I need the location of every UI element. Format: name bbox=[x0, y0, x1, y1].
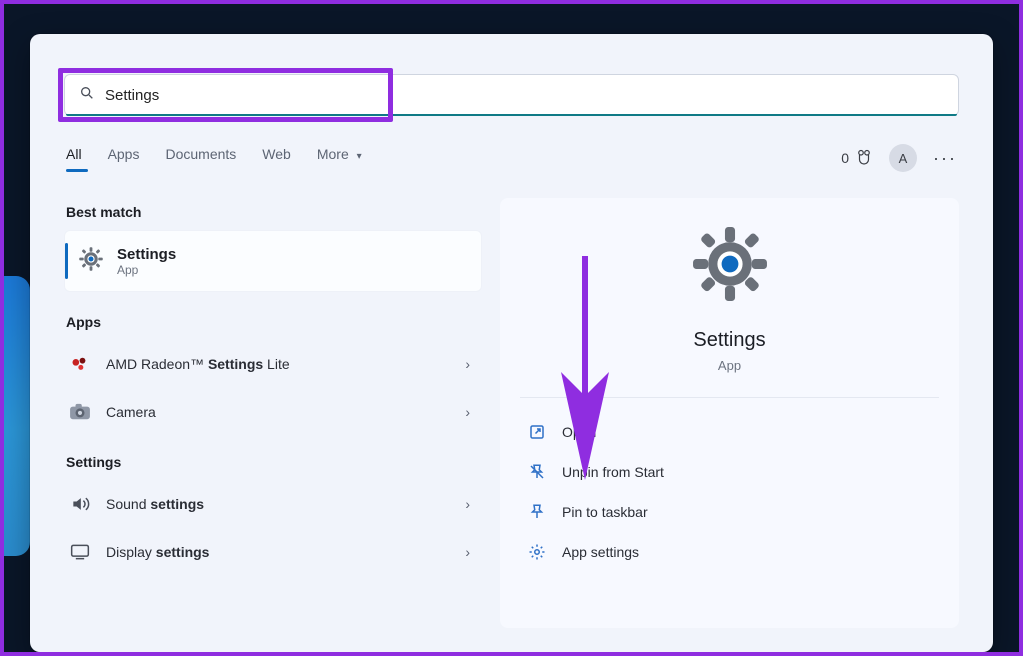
gear-icon-large bbox=[688, 222, 772, 311]
tab-more-label: More bbox=[317, 146, 349, 162]
rewards-count: 0 bbox=[841, 150, 849, 166]
gear-icon bbox=[77, 245, 105, 278]
chevron-right-icon: › bbox=[465, 544, 470, 560]
settings-header: Settings bbox=[66, 454, 482, 470]
detail-title: Settings bbox=[693, 329, 765, 352]
apps-header: Apps bbox=[66, 314, 482, 330]
settings-small-icon bbox=[526, 543, 548, 561]
more-menu-icon[interactable]: ··· bbox=[933, 148, 957, 169]
display-icon bbox=[68, 543, 92, 561]
top-actions: 0 A ··· bbox=[841, 144, 957, 172]
chevron-down-icon: ▾ bbox=[357, 151, 362, 162]
action-label: Open bbox=[562, 424, 596, 440]
rewards-badge[interactable]: 0 bbox=[841, 149, 873, 167]
open-icon bbox=[526, 423, 548, 441]
best-match-name: Settings bbox=[117, 246, 176, 263]
setting-item-label: Sound settings bbox=[106, 496, 451, 512]
chevron-right-icon: › bbox=[465, 496, 470, 512]
search-input[interactable] bbox=[105, 87, 944, 104]
setting-item-sound[interactable]: Sound settings › bbox=[64, 480, 482, 528]
tab-all[interactable]: All bbox=[66, 146, 82, 170]
action-app-settings[interactable]: App settings bbox=[520, 532, 939, 572]
desktop-peek-left bbox=[4, 276, 30, 556]
best-match-tile[interactable]: Settings App bbox=[64, 230, 482, 292]
detail-subtitle: App bbox=[718, 358, 741, 373]
camera-icon bbox=[68, 403, 92, 421]
tab-apps[interactable]: Apps bbox=[108, 146, 140, 170]
unpin-icon bbox=[526, 463, 548, 481]
amd-icon bbox=[68, 354, 92, 374]
detail-panel: Settings App Open bbox=[500, 198, 959, 628]
app-item-label: Camera bbox=[106, 404, 451, 420]
pin-icon bbox=[526, 503, 548, 521]
tab-web[interactable]: Web bbox=[262, 146, 291, 170]
best-match-header: Best match bbox=[66, 204, 482, 220]
tab-documents[interactable]: Documents bbox=[165, 146, 236, 170]
best-match-sub: App bbox=[117, 263, 176, 277]
action-open[interactable]: Open bbox=[520, 412, 939, 452]
setting-item-display[interactable]: Display settings › bbox=[64, 528, 482, 576]
results-columns: Best match bbox=[64, 198, 959, 628]
filter-row: All Apps Documents Web More ▾ 0 A ··· bbox=[64, 144, 959, 172]
app-item-amd-settings[interactable]: AMD Radeon™ Settings Lite › bbox=[64, 340, 482, 388]
detail-header: Settings App bbox=[520, 222, 939, 373]
app-item-label: AMD Radeon™ Settings Lite bbox=[106, 356, 451, 372]
action-pin-taskbar[interactable]: Pin to taskbar bbox=[520, 492, 939, 532]
search-underline bbox=[66, 114, 957, 116]
filter-tabs: All Apps Documents Web More ▾ bbox=[66, 146, 362, 170]
setting-item-label: Display settings bbox=[106, 544, 451, 560]
action-label: App settings bbox=[562, 544, 639, 560]
search-wrap bbox=[64, 74, 959, 116]
avatar[interactable]: A bbox=[889, 144, 917, 172]
tab-more[interactable]: More ▾ bbox=[317, 146, 362, 170]
divider bbox=[520, 397, 939, 398]
chevron-right-icon: › bbox=[465, 404, 470, 420]
results-left: Best match bbox=[64, 198, 482, 628]
action-label: Pin to taskbar bbox=[562, 504, 648, 520]
search-bar[interactable] bbox=[64, 74, 959, 116]
start-search-panel: All Apps Documents Web More ▾ 0 A ··· bbox=[30, 34, 993, 652]
chevron-right-icon: › bbox=[465, 356, 470, 372]
search-icon bbox=[79, 85, 95, 106]
rewards-icon bbox=[855, 149, 873, 167]
app-item-camera[interactable]: Camera › bbox=[64, 388, 482, 436]
action-unpin-start[interactable]: Unpin from Start bbox=[520, 452, 939, 492]
sound-icon bbox=[68, 494, 92, 514]
action-label: Unpin from Start bbox=[562, 464, 664, 480]
